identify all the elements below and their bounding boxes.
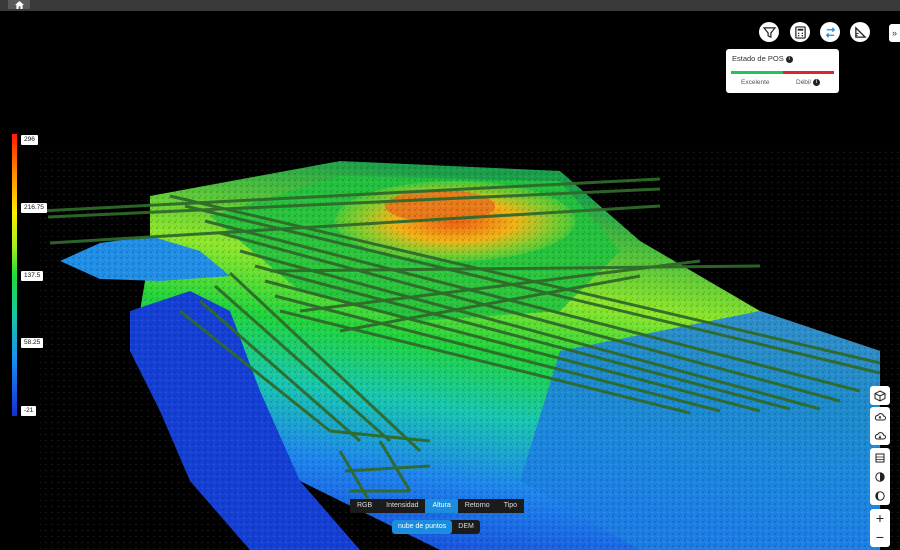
- view-mode-toggle: nube de puntos DEM: [392, 520, 480, 534]
- tab-intensity[interactable]: Intensidad: [379, 499, 425, 513]
- legend-tick-3: 137.5: [21, 271, 44, 281]
- tab-type[interactable]: Tipo: [497, 499, 524, 513]
- calculator-tool-button[interactable]: [790, 22, 810, 42]
- tab-height[interactable]: Altura: [425, 499, 458, 513]
- zoom-in-button[interactable]: +: [870, 509, 890, 528]
- cloud-controls: [870, 407, 890, 445]
- legend-tick-4: 58.25: [21, 338, 44, 348]
- zoom-in-label: +: [875, 510, 885, 526]
- tab-return[interactable]: Retorno: [458, 499, 497, 513]
- cloud-upload-button[interactable]: [870, 407, 890, 426]
- pos-bar-excellent: [731, 71, 783, 74]
- filter-tool-button[interactable]: [759, 22, 779, 42]
- mode-point-cloud[interactable]: nube de puntos: [392, 520, 453, 534]
- grid-icon: [875, 453, 885, 462]
- measure-icon: [854, 25, 867, 38]
- cube-icon: [874, 389, 886, 402]
- view-controls: [870, 386, 890, 405]
- zoom-out-label: −: [875, 529, 885, 545]
- expand-panel-button[interactable]: »: [889, 24, 900, 42]
- swap-tool-button[interactable]: [820, 22, 840, 42]
- pos-title: Estado de POS i: [732, 54, 793, 63]
- cloud-icon: [874, 431, 886, 439]
- calculator-icon: [794, 25, 806, 39]
- zoom-controls: + −: [870, 509, 890, 547]
- pos-label-weak: Débil i: [796, 79, 820, 86]
- sphere-icon: [875, 490, 885, 501]
- contrast-button[interactable]: [870, 467, 890, 486]
- expand-label: »: [891, 28, 897, 38]
- info-icon[interactable]: i: [785, 55, 793, 63]
- legend-tick-min: -21: [21, 406, 37, 416]
- layers-button[interactable]: [870, 448, 890, 467]
- filter-icon: [762, 26, 776, 38]
- pos-title-text: Estado de POS: [732, 54, 784, 63]
- home-button[interactable]: [8, 0, 30, 9]
- home-icon: [14, 0, 24, 9]
- mode-dem[interactable]: DEM: [452, 520, 480, 534]
- legend-tick-2: 216.75: [21, 203, 47, 213]
- measure-tool-button[interactable]: [850, 22, 870, 42]
- top-bar: [0, 0, 900, 11]
- pos-label-weak-text: Débil: [796, 79, 811, 87]
- swap-icon: [825, 26, 835, 38]
- pos-label-excellent: Excelente: [741, 79, 770, 86]
- cloud-icon: [874, 412, 886, 420]
- height-color-legend: [12, 134, 17, 416]
- info-icon[interactable]: i: [812, 79, 820, 86]
- tab-rgb[interactable]: RGB: [350, 499, 379, 513]
- pos-bar-weak: [783, 71, 834, 74]
- legend-tick-max: 296: [21, 135, 38, 145]
- display-controls: [870, 448, 890, 505]
- contrast-icon: [875, 471, 885, 482]
- pos-status-panel: Estado de POS i Excelente Débil i: [726, 49, 839, 93]
- zoom-out-button[interactable]: −: [870, 528, 890, 547]
- orbit-button[interactable]: [870, 386, 890, 405]
- attribute-tabs: RGB Intensidad Altura Retorno Tipo: [350, 499, 525, 513]
- shading-button[interactable]: [870, 486, 890, 505]
- cloud-download-button[interactable]: [870, 426, 890, 445]
